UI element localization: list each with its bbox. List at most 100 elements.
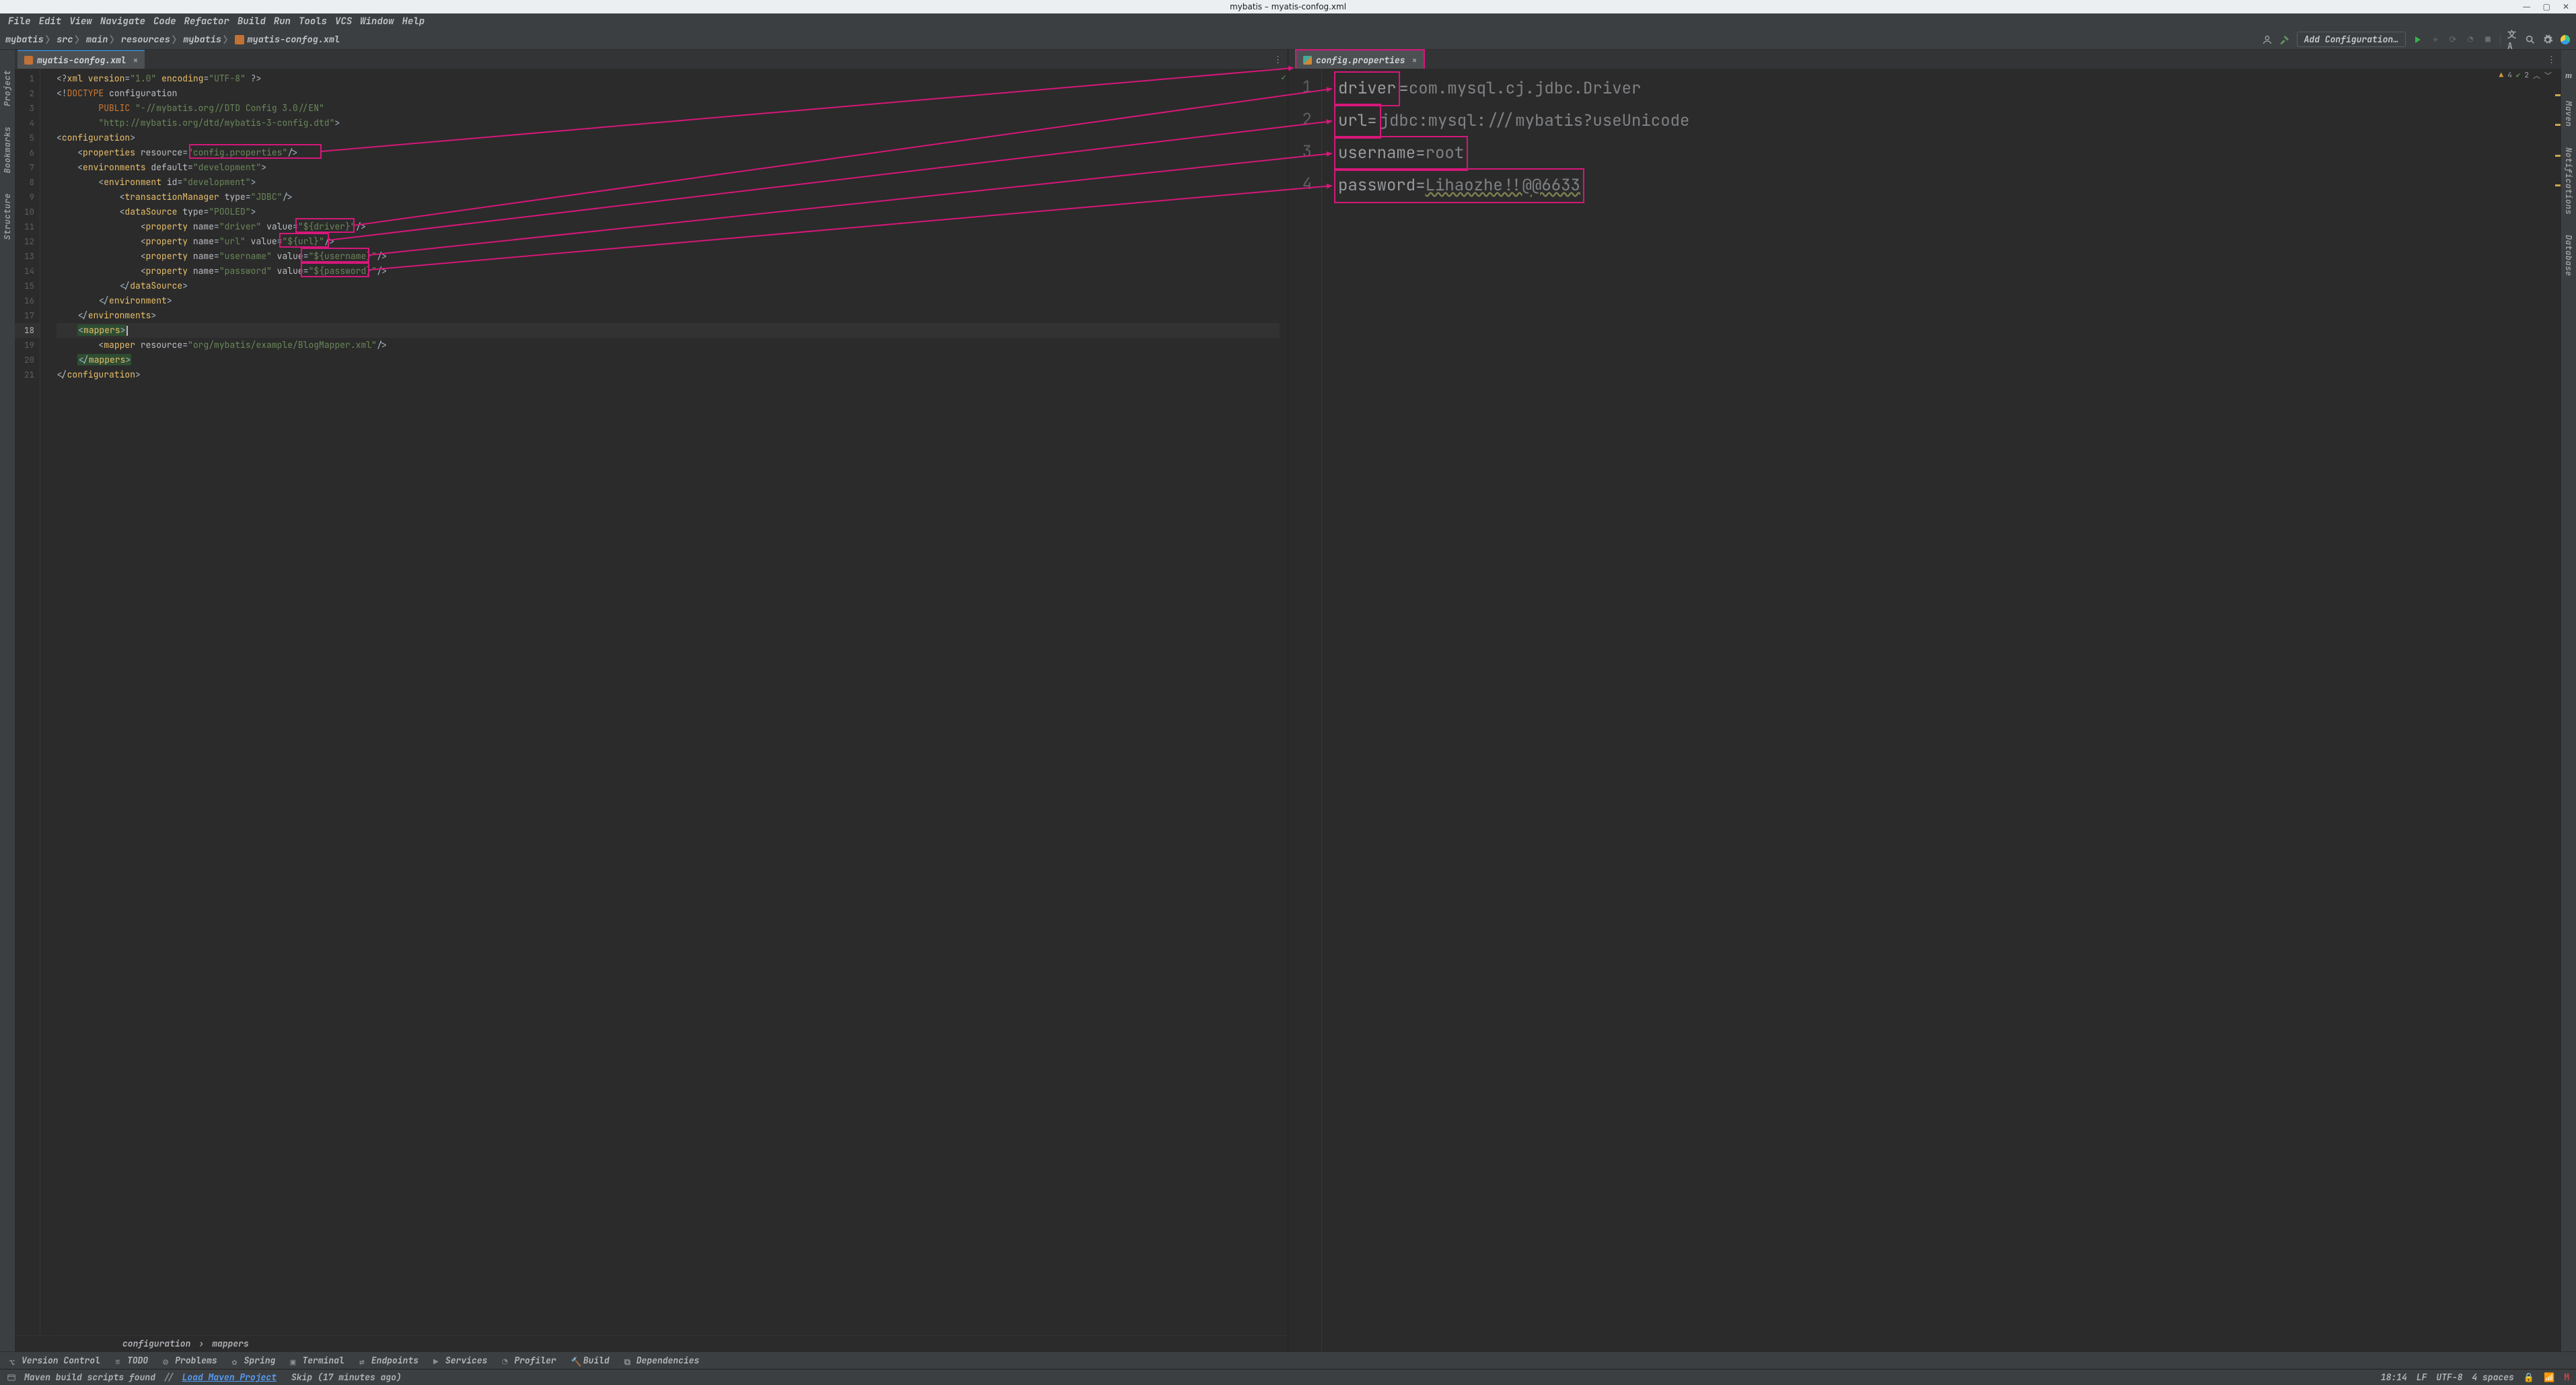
crumb-mappers[interactable]: mappers: [212, 1338, 249, 1349]
code-line-18[interactable]: <mappers>: [57, 323, 1288, 338]
tool-database[interactable]: Database: [2563, 235, 2574, 277]
close-icon[interactable]: ✕: [2559, 2, 2573, 11]
tab-myatis-confog[interactable]: myatis-confog.xml ×: [17, 50, 145, 69]
menu-window[interactable]: Window: [357, 14, 396, 29]
tool-problems[interactable]: ⊘Problems: [163, 1355, 217, 1366]
tool-structure[interactable]: Structure: [2, 193, 13, 240]
inspection-summary[interactable]: ▲4 ✔2 ︿ ﹀: [2499, 70, 2552, 81]
code-line-15[interactable]: </dataSource>: [57, 279, 1288, 293]
debug-icon[interactable]: ⌖: [2430, 34, 2441, 45]
crumb-mybatis[interactable]: mybatis: [183, 34, 221, 46]
tool-bookmarks[interactable]: Bookmarks: [2, 127, 13, 173]
line-gutter[interactable]: 123456789101112131415161718192021: [15, 69, 40, 1335]
inspection-stripe[interactable]: [2553, 69, 2561, 1351]
close-tab-icon[interactable]: ×: [1412, 55, 1418, 66]
code-line-3[interactable]: PUBLIC "-//mybatis.org//DTD Config 3.0//…: [57, 101, 1288, 116]
code-area[interactable]: <?xml version="1.0" encoding="UTF-8" ?><…: [50, 69, 1288, 1335]
property-line-url[interactable]: url=jdbc:mysql:///mybatis?useUnicode: [1334, 104, 2561, 136]
minimize-icon[interactable]: —: [2519, 2, 2535, 11]
property-line-password[interactable]: password=Lihaozhe!!@@6633: [1334, 168, 2561, 201]
status-indent[interactable]: 4 spaces: [2472, 1372, 2513, 1383]
code-line-1[interactable]: <?xml version="1.0" encoding="UTF-8" ?>: [57, 71, 1288, 86]
code-area[interactable]: driver=com.mysql.cj.jdbc.Driverurl=jdbc:…: [1322, 69, 2561, 1351]
chevron-down-icon[interactable]: ﹀: [2544, 70, 2552, 81]
inspection-stripe[interactable]: ✓: [1280, 69, 1288, 1335]
code-line-13[interactable]: <property name="username" value="${usern…: [57, 249, 1288, 264]
coverage-icon[interactable]: ⟳: [2448, 34, 2458, 45]
tool-endpoints[interactable]: ⇄Endpoints: [359, 1355, 418, 1366]
menu-navigate[interactable]: Navigate: [98, 14, 148, 29]
load-maven-link[interactable]: Load Maven Project: [182, 1372, 277, 1383]
tab-config-properties[interactable]: config.properties ×: [1295, 49, 1425, 69]
code-line-5[interactable]: <configuration>: [57, 131, 1288, 145]
run-icon[interactable]: [2413, 34, 2423, 45]
tool-spring[interactable]: ✿Spring: [232, 1355, 276, 1366]
search-icon[interactable]: [2525, 34, 2536, 45]
fold-gutter[interactable]: [40, 69, 50, 1335]
menu-file[interactable]: File: [5, 14, 34, 29]
add-configuration-button[interactable]: Add Configuration…: [2297, 32, 2406, 47]
code-line-12[interactable]: <property name="url" value="${url}"/>: [57, 234, 1288, 249]
code-line-16[interactable]: </environment>: [57, 293, 1288, 308]
skip-link[interactable]: Skip (17 minutes ago): [291, 1372, 402, 1383]
tool-terminal[interactable]: ▣Terminal: [290, 1355, 344, 1366]
tool-todo[interactable]: ≡TODO: [115, 1355, 148, 1366]
property-line-username[interactable]: username=root: [1334, 136, 2561, 168]
code-line-10[interactable]: <dataSource type="POOLED">: [57, 205, 1288, 219]
crumb-resources[interactable]: resources: [121, 34, 170, 46]
crumb-src[interactable]: src: [57, 34, 73, 46]
network-icon[interactable]: 📶: [2544, 1372, 2554, 1383]
code-line-20[interactable]: </mappers>: [57, 353, 1288, 367]
menu-view[interactable]: View: [67, 14, 95, 29]
menu-code[interactable]: Code: [151, 14, 179, 29]
menu-edit[interactable]: Edit: [36, 14, 65, 29]
crumb-main[interactable]: main: [86, 34, 108, 46]
editor-breadcrumbs[interactable]: configuration › mappers: [15, 1335, 1288, 1351]
crumb-myatis-confog.xml[interactable]: myatis-confog.xml: [248, 34, 340, 46]
code-line-4[interactable]: "http://mybatis.org/dtd/mybatis-3-config…: [57, 116, 1288, 131]
tool-maven[interactable]: Maven: [2563, 101, 2574, 127]
tool-notifications[interactable]: Notifications: [2563, 147, 2574, 215]
code-line-21[interactable]: </configuration>: [57, 367, 1288, 382]
menu-run[interactable]: Run: [271, 14, 293, 29]
translate-icon[interactable]: 文A: [2507, 34, 2518, 45]
tool-version-control[interactable]: ⌥Version Control: [9, 1355, 100, 1366]
line-gutter[interactable]: 1234: [1288, 69, 1322, 1351]
menu-vcs[interactable]: VCS: [332, 14, 355, 29]
code-line-9[interactable]: <transactionManager type="JDBC"/>: [57, 190, 1288, 205]
user-icon[interactable]: [2262, 34, 2273, 45]
tool-build[interactable]: 🔨Build: [571, 1355, 610, 1366]
close-tab-icon[interactable]: ×: [133, 55, 139, 66]
code-line-14[interactable]: <property name="password" value="${passw…: [57, 264, 1288, 279]
jetbrains-icon[interactable]: [2560, 34, 2571, 45]
crumb-configuration[interactable]: configuration: [122, 1338, 190, 1349]
gear-icon[interactable]: [2542, 34, 2553, 45]
profile-icon[interactable]: ◔: [2465, 34, 2476, 45]
chevron-up-icon[interactable]: ︿: [2533, 70, 2540, 81]
code-line-19[interactable]: <mapper resource="org/mybatis/example/Bl…: [57, 338, 1288, 353]
stop-icon[interactable]: ■: [2482, 34, 2493, 45]
tool-profiler[interactable]: ◔Profiler: [502, 1355, 556, 1366]
status-line-ending[interactable]: LF: [2417, 1372, 2427, 1383]
tab-options-icon[interactable]: ⋮: [2547, 54, 2557, 65]
menu-build[interactable]: Build: [235, 14, 268, 29]
tool-project[interactable]: Project: [2, 70, 13, 106]
tab-options-icon[interactable]: ⋮: [1274, 54, 1284, 65]
property-line-driver[interactable]: driver=com.mysql.cj.jdbc.Driver: [1334, 71, 2561, 104]
lock-icon[interactable]: 🔒: [2524, 1372, 2534, 1383]
hammer-icon[interactable]: [2279, 34, 2290, 45]
code-line-17[interactable]: </environments>: [57, 308, 1288, 323]
tool-dependencies[interactable]: ⧉Dependencies: [624, 1355, 700, 1366]
maximize-icon[interactable]: ▢: [2539, 2, 2554, 11]
xml-editor[interactable]: 123456789101112131415161718192021 <?xml …: [15, 69, 1288, 1335]
code-line-8[interactable]: <environment id="development">: [57, 175, 1288, 190]
code-line-7[interactable]: <environments default="development">: [57, 160, 1288, 175]
properties-editor[interactable]: 1234 driver=com.mysql.cj.jdbc.Driverurl=…: [1288, 69, 2561, 1351]
code-line-2[interactable]: <!DOCTYPE configuration: [57, 86, 1288, 101]
menu-help[interactable]: Help: [400, 14, 428, 29]
memory-icon[interactable]: M: [2564, 1372, 2569, 1383]
code-line-6[interactable]: <properties resource="config.properties"…: [57, 145, 1288, 160]
crumb-mybatis[interactable]: mybatis: [5, 34, 44, 46]
code-line-11[interactable]: <property name="driver" value="${driver}…: [57, 219, 1288, 234]
status-encoding[interactable]: UTF-8: [2436, 1372, 2462, 1383]
